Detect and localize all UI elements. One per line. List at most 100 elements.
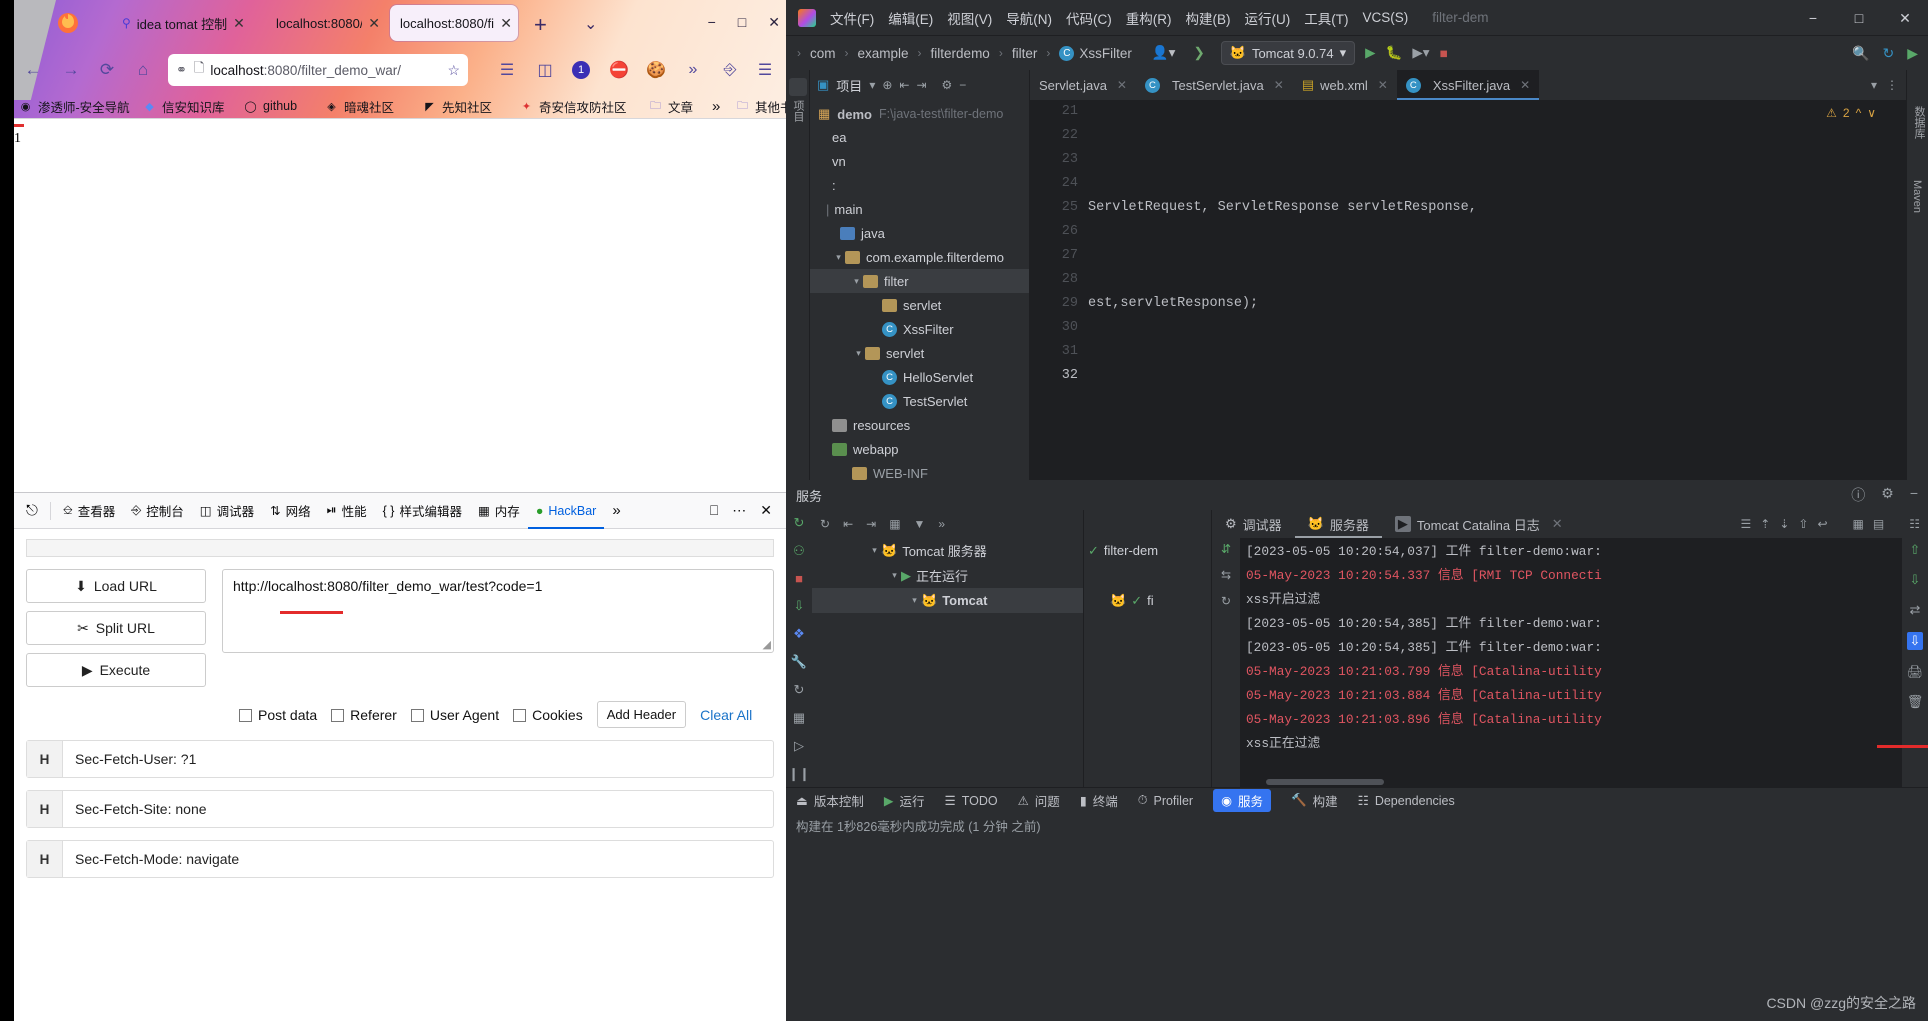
editor-tab-servlet[interactable]: Servlet.java ✕ [1030, 70, 1136, 100]
url-bar[interactable]: ⚭ 🗋 localhost:8080/filter_demo_war/ ☆ [168, 54, 468, 86]
maximize-icon[interactable]: □ [1836, 10, 1882, 26]
rerun-icon[interactable]: ↻ [794, 515, 805, 531]
extension-icon[interactable]: ⎆ [717, 57, 743, 83]
picker-icon[interactable]: ⎋ [18, 493, 46, 529]
menu-icon[interactable]: ☰ [752, 57, 778, 83]
chevron-down-icon[interactable]: ▾ [908, 595, 921, 606]
tool-label-database[interactable]: 数据库 [1911, 106, 1927, 139]
service-row-tomcat-server[interactable]: ▾ 🐱 Tomcat 服务器 [812, 538, 1083, 563]
tree-node-webapp[interactable]: webapp [810, 437, 1029, 461]
devtools-overflow-icon[interactable]: » [604, 493, 628, 529]
close-icon[interactable]: ✕ [768, 14, 780, 31]
browser-tab-1[interactable]: localhost:8080/filte ✕ [266, 5, 386, 41]
shield-icon[interactable]: ⚭ [176, 62, 187, 78]
option-referer[interactable]: Referer [331, 707, 397, 723]
settings-icon[interactable]: 🔧 [791, 654, 807, 670]
close-icon[interactable]: ✕ [233, 15, 245, 32]
refresh-icon[interactable]: ↻ [1221, 594, 1231, 608]
list-icon[interactable]: ☰ [1741, 517, 1752, 531]
close-icon[interactable]: ✕ [368, 15, 380, 32]
checkbox[interactable] [239, 708, 252, 722]
bookmark-item-5[interactable]: ✦ 奇安信攻防社区 [519, 94, 627, 118]
breadcrumb-xssfilter[interactable]: C XssFilter [1057, 45, 1134, 61]
tab-memory[interactable]: ▦ 内存 [470, 493, 528, 529]
chevron-down-icon[interactable]: ▾ [869, 78, 875, 92]
list-all-tabs-icon[interactable]: ⌄ [584, 14, 597, 34]
split-url-button[interactable]: ✂ Split URL [26, 611, 206, 645]
breadcrumb-com[interactable]: com [808, 46, 838, 61]
reload-icon[interactable]: ⟳ [94, 57, 120, 83]
load-url-button[interactable]: ⬇ Load URL [26, 569, 206, 603]
services-icon[interactable]: ▦ [793, 710, 805, 726]
more-icon[interactable]: ⋯ [732, 502, 746, 519]
header-value[interactable]: Sec-Fetch-Site: none [63, 791, 773, 827]
close-icon[interactable]: ✕ [1520, 78, 1530, 92]
collapse-icon[interactable]: ⇤ [843, 517, 853, 531]
close-icon[interactable]: ✕ [1552, 516, 1563, 532]
run-icon[interactable]: ▷ [794, 738, 804, 754]
checkbox[interactable] [513, 708, 527, 722]
bottom-tab-problems[interactable]: ⚠ 问题 [1018, 791, 1060, 810]
tab-console[interactable]: ⎆ 控制台 [123, 493, 192, 529]
soft-wrap-icon[interactable]: ⇄ [1910, 602, 1921, 618]
layout-icon[interactable]: ▦ [1853, 517, 1864, 531]
log-output[interactable]: [2023-05-05 10:20:54,037] 工件 filter-demo… [1240, 538, 1902, 787]
tree-root-node[interactable]: ▦ demo F:\java-test\filter-demo [810, 100, 1029, 125]
bookmarks-overflow-icon[interactable]: » [712, 94, 720, 118]
browser-tab-0[interactable]: ⚲ idea tomat 控制 ✕ [112, 5, 258, 41]
coverage-icon[interactable]: ▶▾ [1412, 45, 1429, 61]
bookmark-item-6[interactable]: 🗀 文章 [648, 94, 693, 118]
project-tool-icon[interactable] [789, 78, 807, 96]
chevron-down-icon[interactable]: ▾ [1871, 78, 1877, 92]
menu-build[interactable]: 构建(B) [1186, 8, 1231, 28]
locate-icon[interactable]: ⊕ [882, 78, 892, 92]
code-content[interactable]: ServletRequest, ServletResponse servletR… [1088, 100, 1906, 480]
hide-icon[interactable]: − [959, 78, 966, 92]
new-tab-button[interactable]: + [534, 12, 547, 38]
chevron-down-icon[interactable]: ▾ [868, 545, 881, 556]
tree-node-filter[interactable]: ▾ filter [810, 269, 1029, 293]
hide-icon[interactable]: − [1910, 485, 1918, 505]
header-row[interactable]: H Sec-Fetch-Site: none [26, 790, 774, 828]
update-app-icon[interactable]: ⇩ [794, 598, 805, 614]
settings-icon[interactable]: ▶ [1907, 45, 1918, 62]
menu-navigate[interactable]: 导航(N) [1006, 8, 1052, 28]
scroll-end-icon[interactable]: ⇩ [1906, 632, 1924, 650]
grid-icon[interactable]: ☷ [1909, 517, 1920, 531]
close-icon[interactable]: ✕ [1117, 78, 1127, 92]
expand-icon[interactable]: ⇤ [899, 78, 909, 92]
tree-node-servlet[interactable]: ▾ servlet [810, 341, 1029, 365]
restart-icon[interactable]: ⇆ [1221, 568, 1231, 582]
option-user-agent[interactable]: User Agent [410, 707, 499, 723]
close-icon[interactable]: ✕ [1378, 78, 1388, 92]
group-icon[interactable]: ❖ [793, 626, 805, 642]
checkbox[interactable] [331, 708, 345, 722]
delete-icon[interactable]: 🗑 [1907, 694, 1924, 710]
other-bookmarks-item[interactable]: 🗀 其他书签 [735, 94, 786, 118]
chevron-down-icon[interactable]: ▾ [888, 570, 901, 581]
tree-node-testservlet[interactable]: C TestServlet [810, 389, 1029, 413]
scroll-to-top-icon[interactable]: ⇧ [1910, 542, 1921, 558]
forward-icon[interactable]: → [58, 57, 84, 83]
close-icon[interactable]: ✕ [760, 502, 772, 519]
layout-alt-icon[interactable]: ▤ [1873, 517, 1884, 531]
stop-icon[interactable]: ■ [795, 571, 803, 586]
breadcrumb-filterdemo[interactable]: filterdemo [929, 46, 992, 61]
scroll-down-icon[interactable]: ⇣ [1779, 517, 1789, 531]
back-icon[interactable]: ← [20, 57, 46, 83]
deployment-row-artifact[interactable]: ✓ filter-dem [1084, 538, 1211, 563]
scroll-up-icon[interactable]: ⇡ [1760, 517, 1770, 531]
tab-performance[interactable]: ⏯ 性能 [319, 493, 375, 529]
dock-icon[interactable]: ⎕ [710, 502, 718, 519]
settings-icon[interactable]: ⚙ [1881, 485, 1894, 505]
service-row-running[interactable]: ▾ ▶ 正在运行 [812, 563, 1083, 588]
bottom-tab-services[interactable]: ◉ 服务 [1213, 789, 1272, 812]
run-configuration-selector[interactable]: 🐱 Tomcat 9.0.74 ▾ [1220, 41, 1356, 65]
user-icon[interactable]: 👤▾ [1152, 45, 1176, 61]
breadcrumb-example[interactable]: example [856, 46, 911, 61]
bookmark-item-3[interactable]: ◈ 暗魂社区 [324, 94, 394, 118]
tab-inspector[interactable]: ⎒ 查看器 [55, 493, 123, 529]
checkbox[interactable] [410, 708, 424, 722]
header-row[interactable]: H Sec-Fetch-Mode: navigate [26, 840, 774, 878]
horizontal-scrollbar[interactable] [1266, 779, 1384, 785]
